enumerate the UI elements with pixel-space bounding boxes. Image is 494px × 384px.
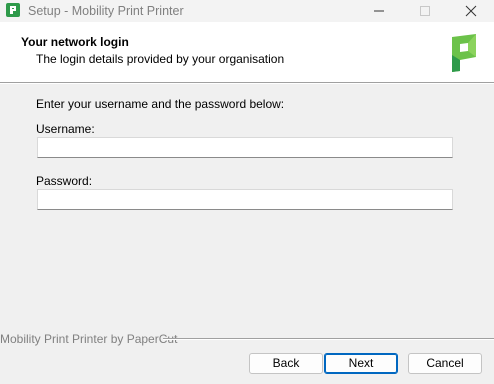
setup-window: Setup - Mobility Print Printer Your netw…: [0, 0, 494, 384]
page-header: Your network login The login details pro…: [0, 22, 494, 82]
papercut-app-icon: [6, 3, 20, 17]
close-button[interactable]: [448, 0, 494, 22]
back-button[interactable]: Back: [249, 353, 323, 374]
brand-caption: Mobility Print Printer by PaperCut: [0, 332, 178, 346]
header-divider-highlight: [0, 83, 494, 84]
login-instructions: Enter your username and the password bel…: [36, 97, 285, 111]
password-field[interactable]: [37, 189, 453, 210]
papercut-logo-icon: [449, 33, 479, 73]
username-label: Username:: [36, 122, 95, 136]
maximize-button[interactable]: [402, 0, 448, 22]
page-subtitle: The login details provided by your organ…: [36, 52, 285, 66]
page-title: Your network login: [21, 35, 129, 49]
footer-divider-highlight: [163, 339, 494, 340]
username-field[interactable]: [37, 137, 453, 158]
cancel-button[interactable]: Cancel: [408, 353, 482, 374]
minimize-button[interactable]: [356, 0, 402, 22]
password-label: Password:: [36, 174, 93, 188]
title-bar[interactable]: Setup - Mobility Print Printer: [0, 0, 494, 22]
next-button[interactable]: Next: [324, 353, 398, 374]
window-title: Setup - Mobility Print Printer: [28, 4, 184, 18]
